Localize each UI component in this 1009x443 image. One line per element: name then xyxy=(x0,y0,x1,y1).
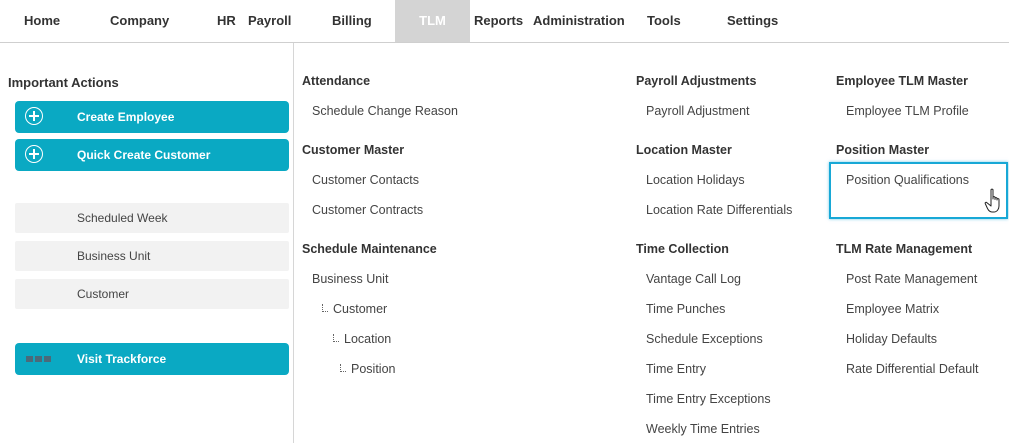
shortcut-customer[interactable]: Customer xyxy=(15,279,289,309)
plus-circle-icon xyxy=(25,107,43,125)
heading-schedule-maintenance: Schedule Maintenance xyxy=(302,242,437,256)
link-label: Position xyxy=(351,362,396,376)
link-location-rate-differentials[interactable]: Location Rate Differentials xyxy=(646,203,792,217)
shortcut-scheduled-week[interactable]: Scheduled Week xyxy=(15,203,289,233)
nav-tlm[interactable]: TLM xyxy=(395,0,470,42)
link-location-holidays[interactable]: Location Holidays xyxy=(646,173,745,187)
hand-pointer-icon xyxy=(984,188,1000,213)
shortcut-label: Customer xyxy=(77,287,130,301)
heading-location-master: Location Master xyxy=(636,143,732,157)
heading-attendance: Attendance xyxy=(302,74,371,88)
tree-branch-icon xyxy=(322,304,328,312)
nav-payroll[interactable]: Payroll xyxy=(248,0,291,42)
link-time-entry[interactable]: Time Entry xyxy=(646,362,706,376)
nav-billing[interactable]: Billing xyxy=(332,0,372,42)
quick-create-customer-label: Quick Create Customer xyxy=(77,148,211,162)
nav-settings[interactable]: Settings xyxy=(727,0,778,42)
nav-administration[interactable]: Administration xyxy=(533,0,625,42)
link-label: Customer xyxy=(333,302,388,316)
heading-payroll-adjustments: Payroll Adjustments xyxy=(636,74,757,88)
link-employee-tlm-profile[interactable]: Employee TLM Profile xyxy=(846,104,969,118)
nav-home[interactable]: Home xyxy=(24,0,60,42)
shortcut-label: Business Unit xyxy=(77,249,151,263)
nav-company[interactable]: Company xyxy=(110,0,169,42)
shortcut-label: Scheduled Week xyxy=(77,211,168,225)
important-actions-title: Important Actions xyxy=(8,75,119,90)
link-holiday-defaults[interactable]: Holiday Defaults xyxy=(846,332,937,346)
nav-reports[interactable]: Reports xyxy=(474,0,523,42)
link-label: Location xyxy=(344,332,392,346)
link-customer-tree[interactable]: Customer xyxy=(322,302,387,316)
link-customer-contacts[interactable]: Customer Contacts xyxy=(312,173,419,187)
quick-create-customer-button[interactable]: Quick Create Customer xyxy=(15,139,289,171)
hover-highlight-box xyxy=(829,162,1008,219)
visit-trackforce-label: Visit Trackforce xyxy=(77,352,167,366)
heading-position-master: Position Master xyxy=(836,143,930,157)
top-nav-bar: Home Company HR Payroll Billing TLM Repo… xyxy=(0,0,1009,43)
link-time-entry-exceptions[interactable]: Time Entry Exceptions xyxy=(646,392,771,406)
link-position-qualifications[interactable]: Position Qualifications xyxy=(846,173,969,187)
heading-customer-master: Customer Master xyxy=(302,143,405,157)
nav-tools[interactable]: Tools xyxy=(647,0,681,42)
nav-hr[interactable]: HR xyxy=(217,0,236,42)
link-location-tree[interactable]: Location xyxy=(333,332,391,346)
link-position-tree[interactable]: Position xyxy=(340,362,395,376)
link-payroll-adjustment[interactable]: Payroll Adjustment xyxy=(646,104,750,118)
link-schedule-change-reason[interactable]: Schedule Change Reason xyxy=(312,104,458,118)
visit-trackforce-button[interactable]: Visit Trackforce xyxy=(15,343,289,375)
link-post-rate-management[interactable]: Post Rate Management xyxy=(846,272,977,286)
link-weekly-time-entries[interactable]: Weekly Time Entries xyxy=(646,422,760,436)
tree-branch-icon xyxy=(333,334,339,342)
heading-employee-tlm-master: Employee TLM Master xyxy=(836,74,968,88)
link-rate-differential-default[interactable]: Rate Differential Default xyxy=(846,362,978,376)
trackforce-logo-icon xyxy=(26,356,54,362)
link-customer-contracts[interactable]: Customer Contracts xyxy=(312,203,423,217)
link-vantage-call-log[interactable]: Vantage Call Log xyxy=(646,272,741,286)
link-employee-matrix[interactable]: Employee Matrix xyxy=(846,302,939,316)
link-time-punches[interactable]: Time Punches xyxy=(646,302,725,316)
important-actions-panel: Important Actions Create Employee Quick … xyxy=(0,43,294,443)
link-business-unit[interactable]: Business Unit xyxy=(312,272,388,286)
create-employee-label: Create Employee xyxy=(77,110,175,124)
shortcut-business-unit[interactable]: Business Unit xyxy=(15,241,289,271)
plus-circle-icon xyxy=(25,145,43,163)
link-schedule-exceptions[interactable]: Schedule Exceptions xyxy=(646,332,763,346)
heading-tlm-rate-management: TLM Rate Management xyxy=(836,242,973,256)
tree-branch-icon xyxy=(340,364,346,372)
create-employee-button[interactable]: Create Employee xyxy=(15,101,289,133)
heading-time-collection: Time Collection xyxy=(636,242,729,256)
